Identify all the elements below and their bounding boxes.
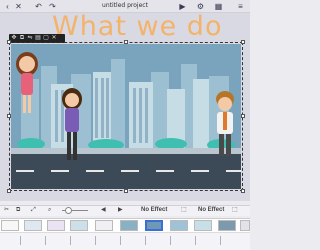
scene-thumb[interactable] — [70, 220, 88, 231]
scene-thumb[interactable] — [95, 220, 113, 231]
duplicate-icon[interactable]: ⧉ — [16, 206, 20, 214]
zoom-icon[interactable]: ⌕ — [48, 206, 51, 214]
headline-text[interactable]: What we do — [52, 11, 222, 42]
copy-icon[interactable]: ⧉ — [19, 35, 25, 42]
play-icon[interactable]: ▶ — [118, 206, 123, 214]
ruler-tick — [20, 236, 21, 245]
ruler-tick — [170, 236, 171, 245]
ruler-tick — [70, 236, 71, 245]
menu-icon[interactable]: ≡ — [236, 2, 245, 11]
timeline-ruler — [0, 232, 250, 250]
scene-thumb-active[interactable] — [145, 220, 163, 231]
settings-icon[interactable]: ⚙ — [196, 2, 205, 11]
scissors-icon[interactable]: ✂ — [4, 206, 9, 214]
ratio-icon[interactable]: ⤢ — [31, 206, 36, 214]
resize-handle-left[interactable] — [7, 114, 11, 118]
layer-icon[interactable]: ▤ — [35, 35, 41, 42]
delete-icon[interactable]: ✕ — [51, 35, 57, 42]
ruler-tick — [145, 236, 146, 245]
prev-scene-icon[interactable]: ◀ — [101, 206, 106, 214]
scene-thumb[interactable] — [120, 220, 138, 231]
move-icon[interactable]: ✥ — [11, 35, 17, 42]
transition-icon[interactable]: ⬚ — [181, 206, 187, 214]
effect-left-label[interactable]: No Effect — [141, 206, 167, 214]
ruler-tick — [220, 236, 221, 245]
scene-thumb[interactable] — [240, 220, 250, 231]
effect-right-label[interactable]: No Effect — [198, 206, 224, 214]
zoom-slider-knob[interactable] — [65, 207, 72, 214]
scene-thumb[interactable] — [170, 220, 188, 231]
scene-thumb[interactable] — [194, 220, 212, 231]
resize-handle-bottom-right[interactable] — [241, 189, 245, 193]
resize-handle-bottom-left[interactable] — [7, 189, 11, 193]
resize-handle-top[interactable] — [124, 40, 128, 44]
ruler-tick — [45, 236, 46, 245]
resize-handle-bottom[interactable] — [124, 189, 128, 193]
lock-icon[interactable]: ▢ — [43, 35, 49, 42]
scene-timeline — [0, 218, 250, 232]
preview-icon[interactable]: ▶ — [178, 2, 187, 11]
ruler-tick — [120, 236, 121, 245]
ruler-tick — [95, 236, 96, 245]
scene-thumb[interactable] — [1, 220, 19, 231]
scene-thumb[interactable] — [47, 220, 65, 231]
ruler-tick — [195, 236, 196, 245]
flip-icon[interactable]: ⇋ — [27, 35, 33, 42]
resize-handle-top-left[interactable] — [7, 40, 11, 44]
app-window: ‹ ✕ ↶ ↷ untitled project ▶ ⚙ ▦ ≡ What we… — [0, 0, 250, 250]
scene-thumb[interactable] — [218, 220, 236, 231]
expand-icon[interactable]: ⬚ — [232, 206, 238, 214]
grid-icon[interactable]: ▦ — [214, 2, 223, 11]
resize-handle-top-right[interactable] — [241, 40, 245, 44]
scene-thumb[interactable] — [24, 220, 42, 231]
selection-frame — [9, 42, 243, 191]
project-title: untitled project — [102, 2, 148, 9]
resize-handle-right[interactable] — [241, 114, 245, 118]
